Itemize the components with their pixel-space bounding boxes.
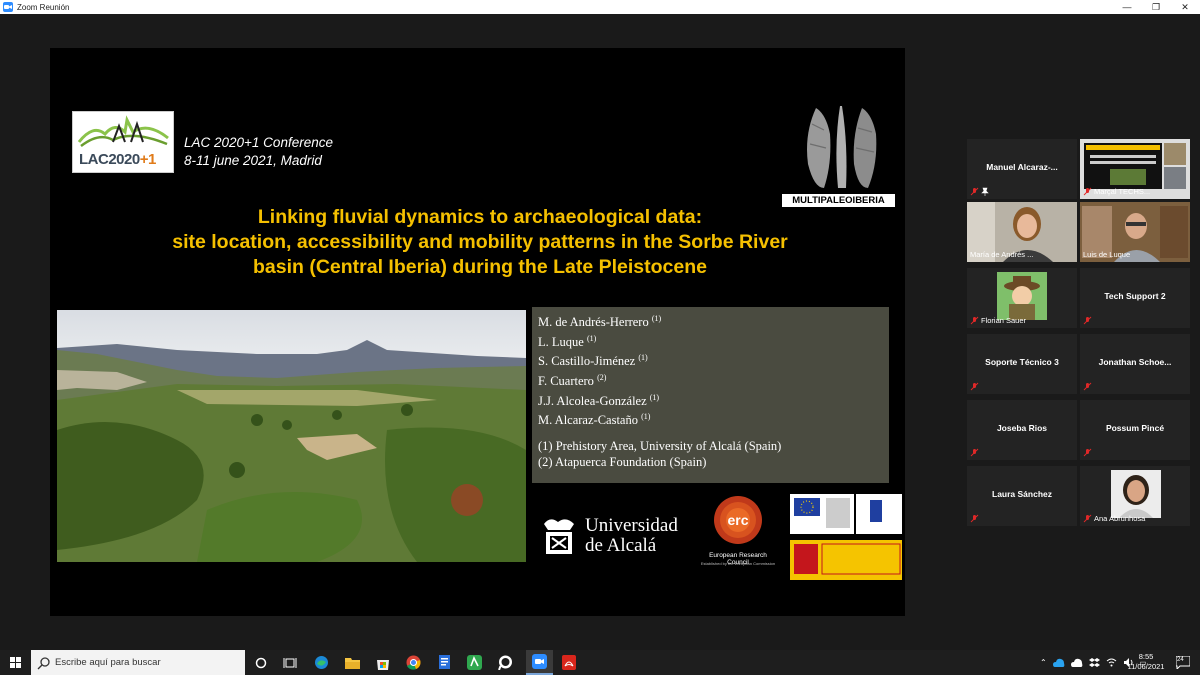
lac-mountain-graphic bbox=[77, 115, 169, 147]
author-6: M. Alcaraz-Castaño (1) bbox=[538, 412, 651, 428]
mic-muted-icon bbox=[1083, 316, 1092, 325]
chrome-icon[interactable] bbox=[405, 654, 422, 671]
participant-tile[interactable]: Marçal TECHS... bbox=[1080, 139, 1190, 199]
author-5: J.J. Alcolea-González (1) bbox=[538, 392, 660, 408]
edge-icon[interactable] bbox=[313, 654, 330, 671]
onedrive-icon[interactable] bbox=[1052, 658, 1065, 667]
zoom-app-icon bbox=[3, 2, 13, 12]
file-explorer-icon[interactable] bbox=[344, 654, 361, 671]
lac-logo: LAC2020+1 bbox=[72, 111, 174, 173]
participant-tile[interactable]: Jonathan Schoe... bbox=[1080, 334, 1190, 394]
erc-logo-text: erc bbox=[727, 512, 748, 528]
notifications-icon[interactable]: 24 bbox=[1174, 654, 1191, 671]
landscape-photo bbox=[57, 310, 526, 562]
avatar-cartoon bbox=[997, 272, 1047, 320]
participant-tile[interactable]: Manuel Alcaraz-... bbox=[967, 139, 1077, 199]
affiliation-1: (1) Prehistory Area, University of Alcal… bbox=[538, 438, 782, 453]
cloud-icon[interactable] bbox=[1070, 658, 1083, 667]
author-1: M. de Andrés-Herrero (1) bbox=[538, 314, 662, 330]
mic-muted-icon bbox=[970, 382, 979, 391]
mic-muted-icon bbox=[970, 316, 979, 325]
authors-box: M. de Andrés-Herrero (1) L. Luque (1) S.… bbox=[532, 307, 889, 483]
slide-title: Linking fluvial dynamics to archaeologic… bbox=[172, 206, 788, 278]
clock-time: 8:55 bbox=[1138, 652, 1154, 661]
search-placeholder: Escribe aquí para buscar bbox=[55, 657, 161, 668]
clock-date: 11/06/2021 bbox=[1127, 662, 1165, 671]
notifications-count: 24 bbox=[1177, 657, 1184, 663]
zoom-taskbar-button[interactable] bbox=[526, 650, 553, 675]
shared-slide[interactable]: LAC2020+1 LAC 2020+1 Conference 8-11 jun… bbox=[50, 48, 905, 616]
participant-tile[interactable]: Joseba Rios bbox=[967, 400, 1077, 460]
cortana-icon[interactable] bbox=[252, 654, 269, 671]
network-icon[interactable] bbox=[1106, 657, 1117, 668]
restore-button[interactable]: ❐ bbox=[1141, 0, 1171, 14]
participant-tile-active-speaker[interactable]: Luis de Luque bbox=[1080, 202, 1190, 262]
erc-logo: erc European Research Council Establishe… bbox=[698, 494, 778, 574]
uah-text: Universidad de Alcalá bbox=[585, 515, 678, 556]
uah-crest-icon bbox=[544, 519, 574, 554]
mic-muted-icon bbox=[1083, 382, 1092, 391]
green-app-icon[interactable] bbox=[466, 654, 483, 671]
window-titlebar: Zoom Reunión — ❐ ✕ bbox=[0, 0, 1200, 14]
universidad-alcala-logo: Universidad de Alcalá bbox=[538, 514, 690, 564]
author-3: S. Castillo-Jiménez (1) bbox=[538, 353, 648, 369]
mic-muted-icon bbox=[970, 187, 979, 196]
affiliation-2: (2) Atapuerca Foundation (Spain) bbox=[538, 455, 707, 470]
taskbar-search[interactable]: Escribe aquí para buscar bbox=[31, 650, 245, 675]
author-2: L. Luque (1) bbox=[538, 333, 597, 349]
mic-muted-icon bbox=[1083, 187, 1092, 196]
notes-app-icon[interactable] bbox=[436, 654, 453, 671]
participant-tile[interactable]: Soporte Técnico 3 bbox=[967, 334, 1077, 394]
start-button[interactable] bbox=[0, 650, 30, 675]
participant-tile[interactable]: Ana Abrunhosa bbox=[1080, 466, 1190, 526]
mic-muted-icon bbox=[1083, 514, 1092, 523]
stone-tools-image bbox=[807, 106, 877, 188]
windows-logo-icon bbox=[9, 657, 21, 668]
erc-established: Established by the European Commission bbox=[700, 561, 776, 566]
minimize-button[interactable]: — bbox=[1112, 0, 1142, 14]
participant-tile[interactable]: María de Andrés ... bbox=[967, 202, 1077, 262]
mic-muted-icon bbox=[970, 514, 979, 523]
close-button[interactable]: ✕ bbox=[1170, 0, 1200, 14]
windows-taskbar: Escribe aquí para buscar ⌃ ▭ 8:55 11/06/… bbox=[0, 650, 1200, 675]
taskbar-clock[interactable]: 8:55 11/06/2021 bbox=[1120, 652, 1172, 672]
erc-dots-graphic: erc bbox=[714, 496, 762, 544]
search-icon bbox=[37, 656, 50, 669]
author-4: F. Cuartero (2) bbox=[538, 372, 607, 389]
lac-logo-text: LAC2020+1 bbox=[79, 151, 156, 168]
acrobat-icon[interactable] bbox=[560, 654, 577, 671]
avatar-photo bbox=[1111, 470, 1161, 518]
mic-muted-icon bbox=[1083, 448, 1092, 457]
store-icon[interactable] bbox=[374, 654, 391, 671]
whatsapp-icon[interactable] bbox=[497, 654, 514, 671]
window-title: Zoom Reunión bbox=[17, 2, 70, 12]
participant-tile[interactable]: Tech Support 2 bbox=[1080, 268, 1190, 328]
tray-chevron-icon[interactable]: ⌃ bbox=[1040, 658, 1047, 667]
task-view-icon[interactable] bbox=[281, 654, 298, 671]
zoom-taskbar-icon bbox=[532, 654, 547, 669]
conference-name: LAC 2020+1 Conference bbox=[184, 135, 333, 150]
participant-tile[interactable]: Laura Sánchez bbox=[967, 466, 1077, 526]
participant-tile[interactable]: Possum Pincé bbox=[1080, 400, 1190, 460]
zoom-meeting-area: LAC2020+1 LAC 2020+1 Conference 8-11 jun… bbox=[0, 14, 1200, 650]
mic-muted-icon bbox=[970, 448, 979, 457]
pin-icon bbox=[981, 187, 989, 196]
participant-tile[interactable]: Florian Sauer bbox=[967, 268, 1077, 328]
conference-date: 8-11 june 2021, Madrid bbox=[184, 153, 322, 168]
conference-info: LAC 2020+1 Conference 8-11 june 2021, Ma… bbox=[184, 134, 333, 170]
dropbox-icon[interactable] bbox=[1088, 657, 1100, 668]
funding-logos bbox=[790, 494, 902, 580]
